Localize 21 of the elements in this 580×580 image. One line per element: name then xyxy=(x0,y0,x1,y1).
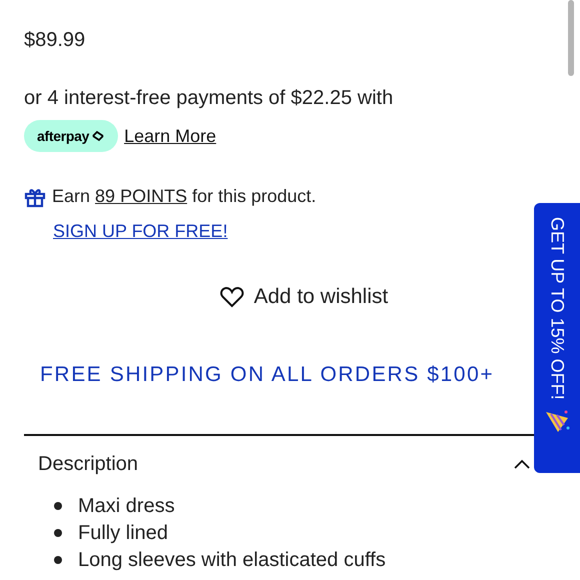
price: $89.99 xyxy=(24,28,86,52)
rewards-text: Earn 89 POINTS for this product. xyxy=(52,185,316,208)
points-link[interactable]: 89 POINTS xyxy=(95,186,188,206)
scrollbar[interactable] xyxy=(568,0,574,76)
heart-icon xyxy=(220,286,244,308)
installments-text: or 4 interest-free payments of $22.25 with xyxy=(24,86,394,110)
bullet-icon xyxy=(54,502,62,510)
wishlist-button[interactable]: Add to wishlist xyxy=(220,281,388,312)
shipping-text: FREE SHIPPING ON ALL ORDERS $100+ xyxy=(40,362,494,388)
bullet-icon xyxy=(54,528,62,536)
party-popper-icon xyxy=(544,408,570,434)
discount-tab[interactable]: GET UP TO 15% OFF! xyxy=(534,203,580,473)
description-item: Maxi dress xyxy=(78,494,175,518)
description-item: Long sleeves with elasticated cuffs xyxy=(78,548,386,572)
arrows-icon xyxy=(91,130,106,142)
description-item: Fully lined xyxy=(78,520,168,546)
learn-more-link[interactable]: Learn More xyxy=(124,122,216,150)
afterpay-wordmark: afterpay xyxy=(37,126,90,146)
signup-link[interactable]: SIGN UP FOR FREE! xyxy=(53,218,228,245)
bullet-icon xyxy=(54,556,62,564)
description-header[interactable]: Description xyxy=(24,436,534,492)
